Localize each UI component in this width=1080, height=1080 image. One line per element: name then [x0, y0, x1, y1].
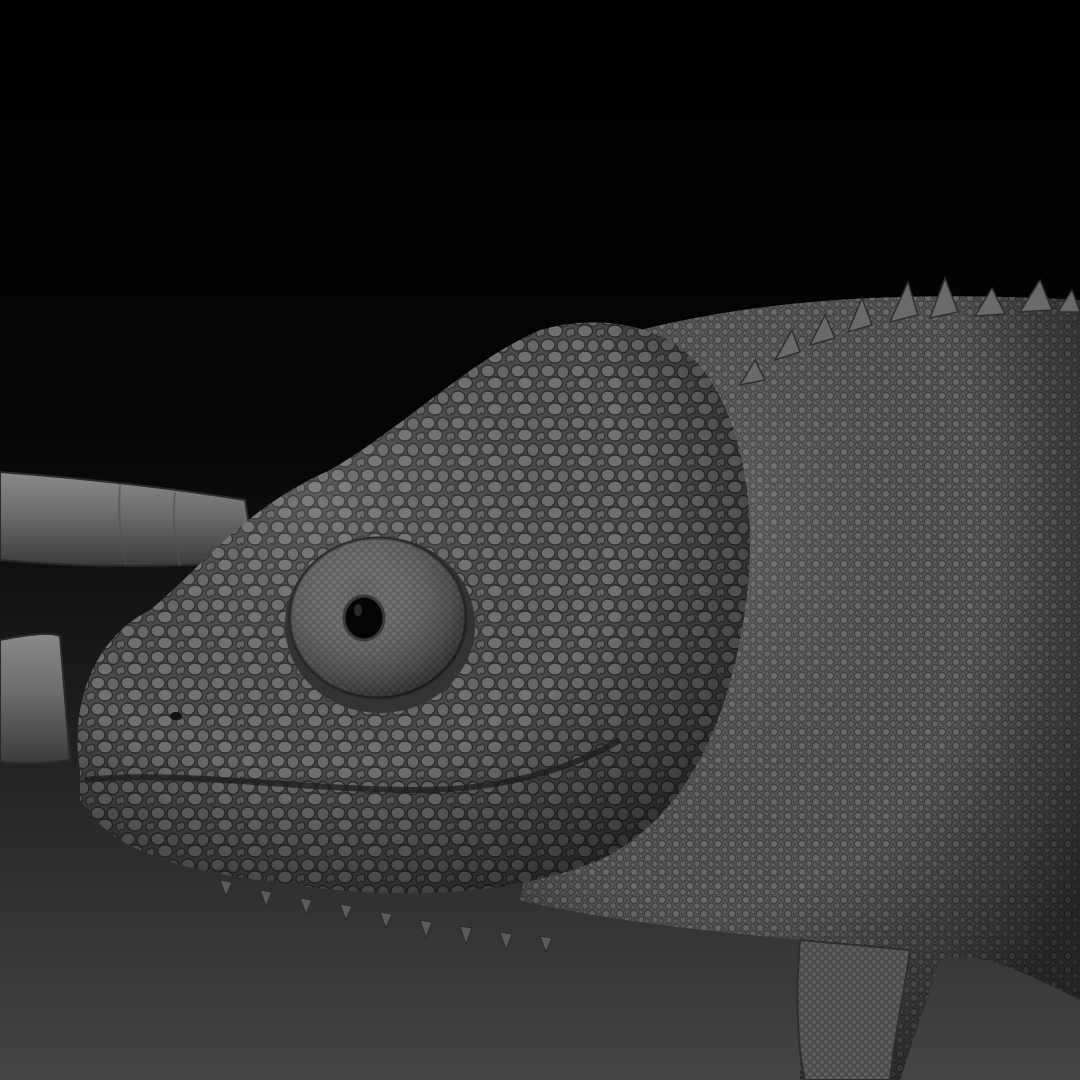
front-leg: [796, 938, 912, 1080]
chameleon-render: [0, 275, 1080, 1080]
lower-horn: [0, 632, 72, 765]
pupil: [342, 594, 386, 642]
nostril: [170, 712, 182, 720]
eye: [285, 536, 475, 713]
viewport: [0, 0, 1080, 1080]
